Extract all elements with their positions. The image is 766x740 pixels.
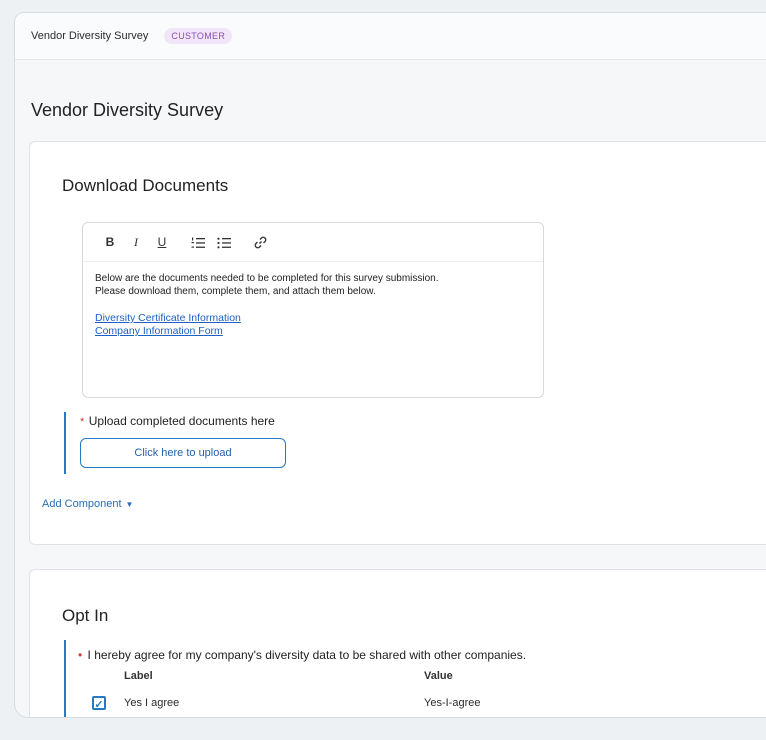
- option-label: Yes I agree: [124, 697, 180, 709]
- bullet-list-icon[interactable]: [211, 235, 237, 249]
- opt-in-question: I hereby agree for my company's diversit…: [87, 648, 527, 662]
- document-links: Diversity Certificate Information Compan…: [95, 312, 531, 338]
- app-window: Vendor Diversity Survey CUSTOMER Vendor …: [14, 12, 766, 718]
- upload-field: * Upload completed documents here Click …: [64, 412, 286, 474]
- option-value: Yes-I-agree: [424, 697, 481, 709]
- breadcrumb[interactable]: Vendor Diversity Survey: [31, 30, 148, 42]
- diversity-certificate-link[interactable]: Diversity Certificate Information: [95, 312, 531, 325]
- editor-text-line-1: Below are the documents needed to be com…: [95, 273, 439, 284]
- link-icon[interactable]: [247, 235, 273, 249]
- column-header-label: Label: [124, 670, 153, 682]
- opt-in-question-row: • I hereby agree for my company's divers…: [78, 648, 766, 662]
- opt-in-field: • I hereby agree for my company's divers…: [64, 640, 766, 717]
- opt-in-table: Label Value ✓ Yes I agree Yes-I-agree: [78, 670, 718, 717]
- editor-text-line-2: Please download them, complete them, and…: [95, 286, 376, 297]
- upload-button[interactable]: Click here to upload: [80, 438, 286, 468]
- editor-toolbar: B I U: [83, 223, 543, 262]
- required-marker: *: [80, 416, 85, 428]
- top-bar: Vendor Diversity Survey CUSTOMER: [15, 13, 766, 60]
- caret-down-icon: ▼: [125, 500, 134, 509]
- company-information-form-link[interactable]: Company Information Form: [95, 325, 531, 338]
- italic-button[interactable]: I: [123, 235, 149, 250]
- underline-button[interactable]: U: [149, 235, 175, 249]
- checkbox-checked-icon[interactable]: ✓: [92, 696, 106, 711]
- bold-button[interactable]: B: [97, 235, 123, 249]
- add-component-label: Add Component: [42, 498, 122, 510]
- table-row[interactable]: ✓ Yes I agree Yes-I-agree: [92, 696, 712, 714]
- editor-body[interactable]: Below are the documents needed to be com…: [83, 262, 543, 348]
- download-documents-card: Download Documents B I U Below are the d…: [29, 141, 766, 545]
- opt-in-title: Opt In: [62, 606, 109, 625]
- required-marker: •: [78, 648, 83, 662]
- download-documents-title: Download Documents: [62, 176, 229, 195]
- upload-label: Upload completed documents here: [88, 414, 275, 428]
- add-component-button[interactable]: Add Component ▼: [42, 498, 133, 510]
- customer-badge: CUSTOMER: [164, 28, 233, 44]
- page-title: Vendor Diversity Survey: [31, 100, 224, 120]
- numbered-list-icon[interactable]: [185, 235, 211, 249]
- rich-text-editor[interactable]: B I U Below are the documents needed to …: [82, 222, 544, 398]
- opt-in-card: Opt In • I hereby agree for my company's…: [29, 569, 766, 717]
- column-header-value: Value: [424, 670, 453, 682]
